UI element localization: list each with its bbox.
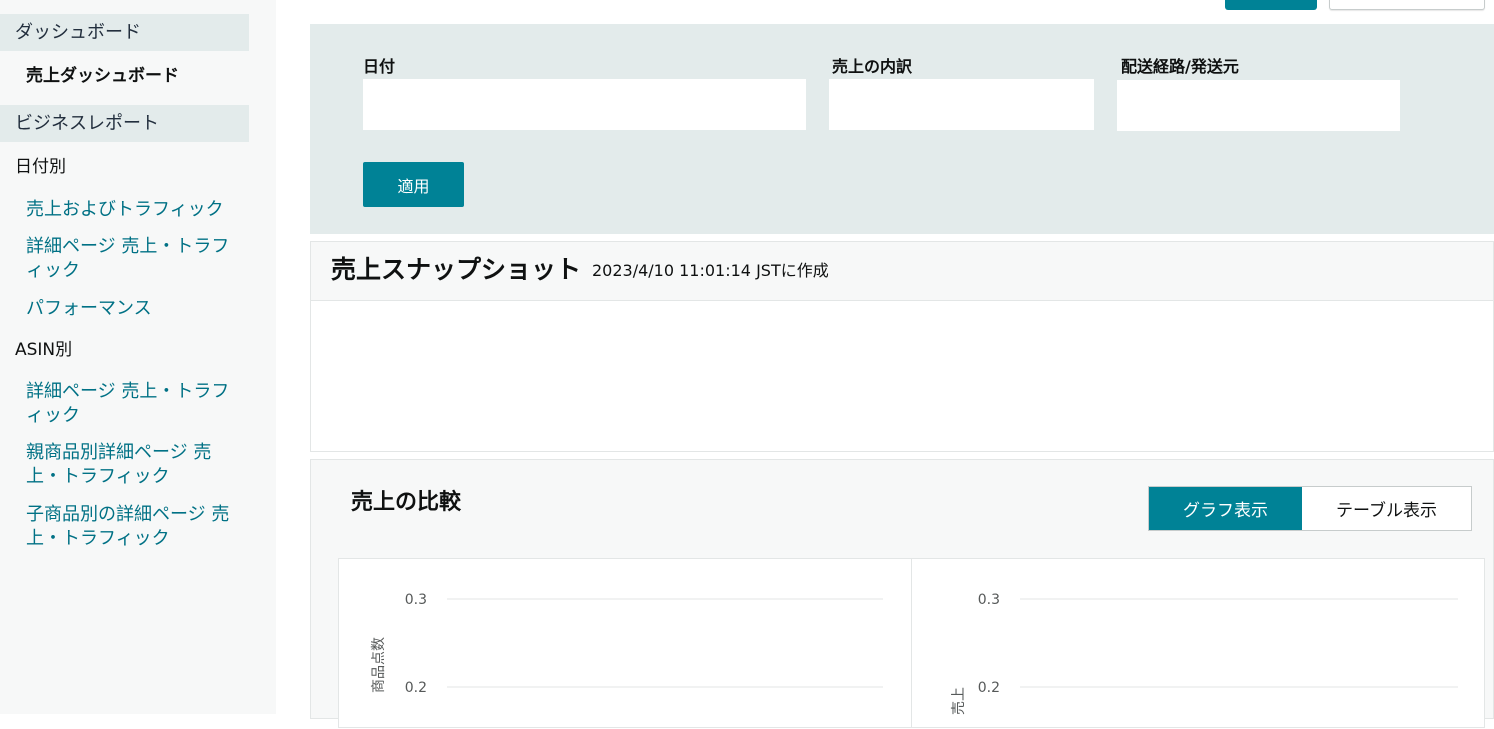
top-secondary-button[interactable] [1329,0,1485,10]
top-primary-button[interactable] [1225,0,1317,10]
date-filter-label: 日付 [363,57,396,76]
sales-snapshot-timestamp: 2023/4/10 11:01:14 JSTに作成 [592,261,829,280]
date-filter-input[interactable] [363,79,806,130]
sidebar-link-child-detail-page[interactable]: 子商品別の詳細ページ 売上・トラフィック [26,503,236,551]
sales-chart-panel: 売上 0.3 0.2 [911,558,1485,728]
sidebar-section-dashboard[interactable]: ダッシュボード [0,14,249,51]
filter-panel: 日付 売上の内訳 配送経路/発送元 適用 [310,24,1494,234]
breakdown-filter-label: 売上の内訳 [832,57,913,76]
graph-view-button[interactable]: グラフ表示 [1149,487,1302,530]
units-chart-panel: 商品点数 0.3 0.2 [338,558,912,728]
sales-comparison-title: 売上の比較 [351,490,462,515]
sales-chart-ylabel: 売上 [951,687,967,715]
sidebar-link-performance[interactable]: パフォーマンス [26,297,236,321]
units-chart-tick-0-2: 0.2 [405,680,427,696]
channel-filter-input[interactable] [1117,80,1400,131]
sales-chart-tick-0-2: 0.2 [978,680,1000,696]
sales-snapshot-card: 売上スナップショット 2023/4/10 11:01:14 JSTに作成 [310,241,1494,452]
sidebar-group-by-date: 日付別 [15,157,66,177]
sidebar-group-by-asin: ASIN別 [15,340,73,360]
breakdown-filter-input[interactable] [829,79,1094,130]
view-toggle: グラフ表示 テーブル表示 [1148,486,1472,531]
sales-snapshot-title: 売上スナップショット [331,255,582,284]
sidebar-link-detail-page-sales-traffic-date[interactable]: 詳細ページ 売上・トラフィック [26,235,236,283]
units-chart: 商品点数 0.3 0.2 [371,592,883,696]
sidebar-link-parent-detail-page[interactable]: 親商品別詳細ページ 売上・トラフィック [26,441,236,489]
sidebar: ダッシュボード 売上ダッシュボード ビジネスレポート 日付別 売上およびトラフィ… [0,0,276,714]
apply-button[interactable]: 適用 [363,162,464,207]
sales-comparison-card: 売上の比較 グラフ表示 テーブル表示 商品点数 0.3 0.2 売上 0.3 0… [310,459,1494,728]
units-chart-ylabel: 商品点数 [371,637,387,693]
table-view-button[interactable]: テーブル表示 [1302,487,1471,530]
sales-snapshot-header: 売上スナップショット 2023/4/10 11:01:14 JSTに作成 [311,242,1493,301]
channel-filter-label: 配送経路/発送元 [1121,57,1239,76]
sidebar-item-sales-dashboard[interactable]: 売上ダッシュボード [26,61,179,86]
sidebar-link-sales-traffic[interactable]: 売上およびトラフィック [26,198,236,222]
sidebar-link-detail-page-sales-traffic-asin[interactable]: 詳細ページ 売上・トラフィック [26,380,236,428]
units-chart-tick-0-3: 0.3 [405,592,427,608]
sidebar-section-business-reports[interactable]: ビジネスレポート [0,105,249,142]
sales-chart-tick-0-3: 0.3 [978,592,1000,608]
sales-chart: 売上 0.3 0.2 [951,592,1458,715]
